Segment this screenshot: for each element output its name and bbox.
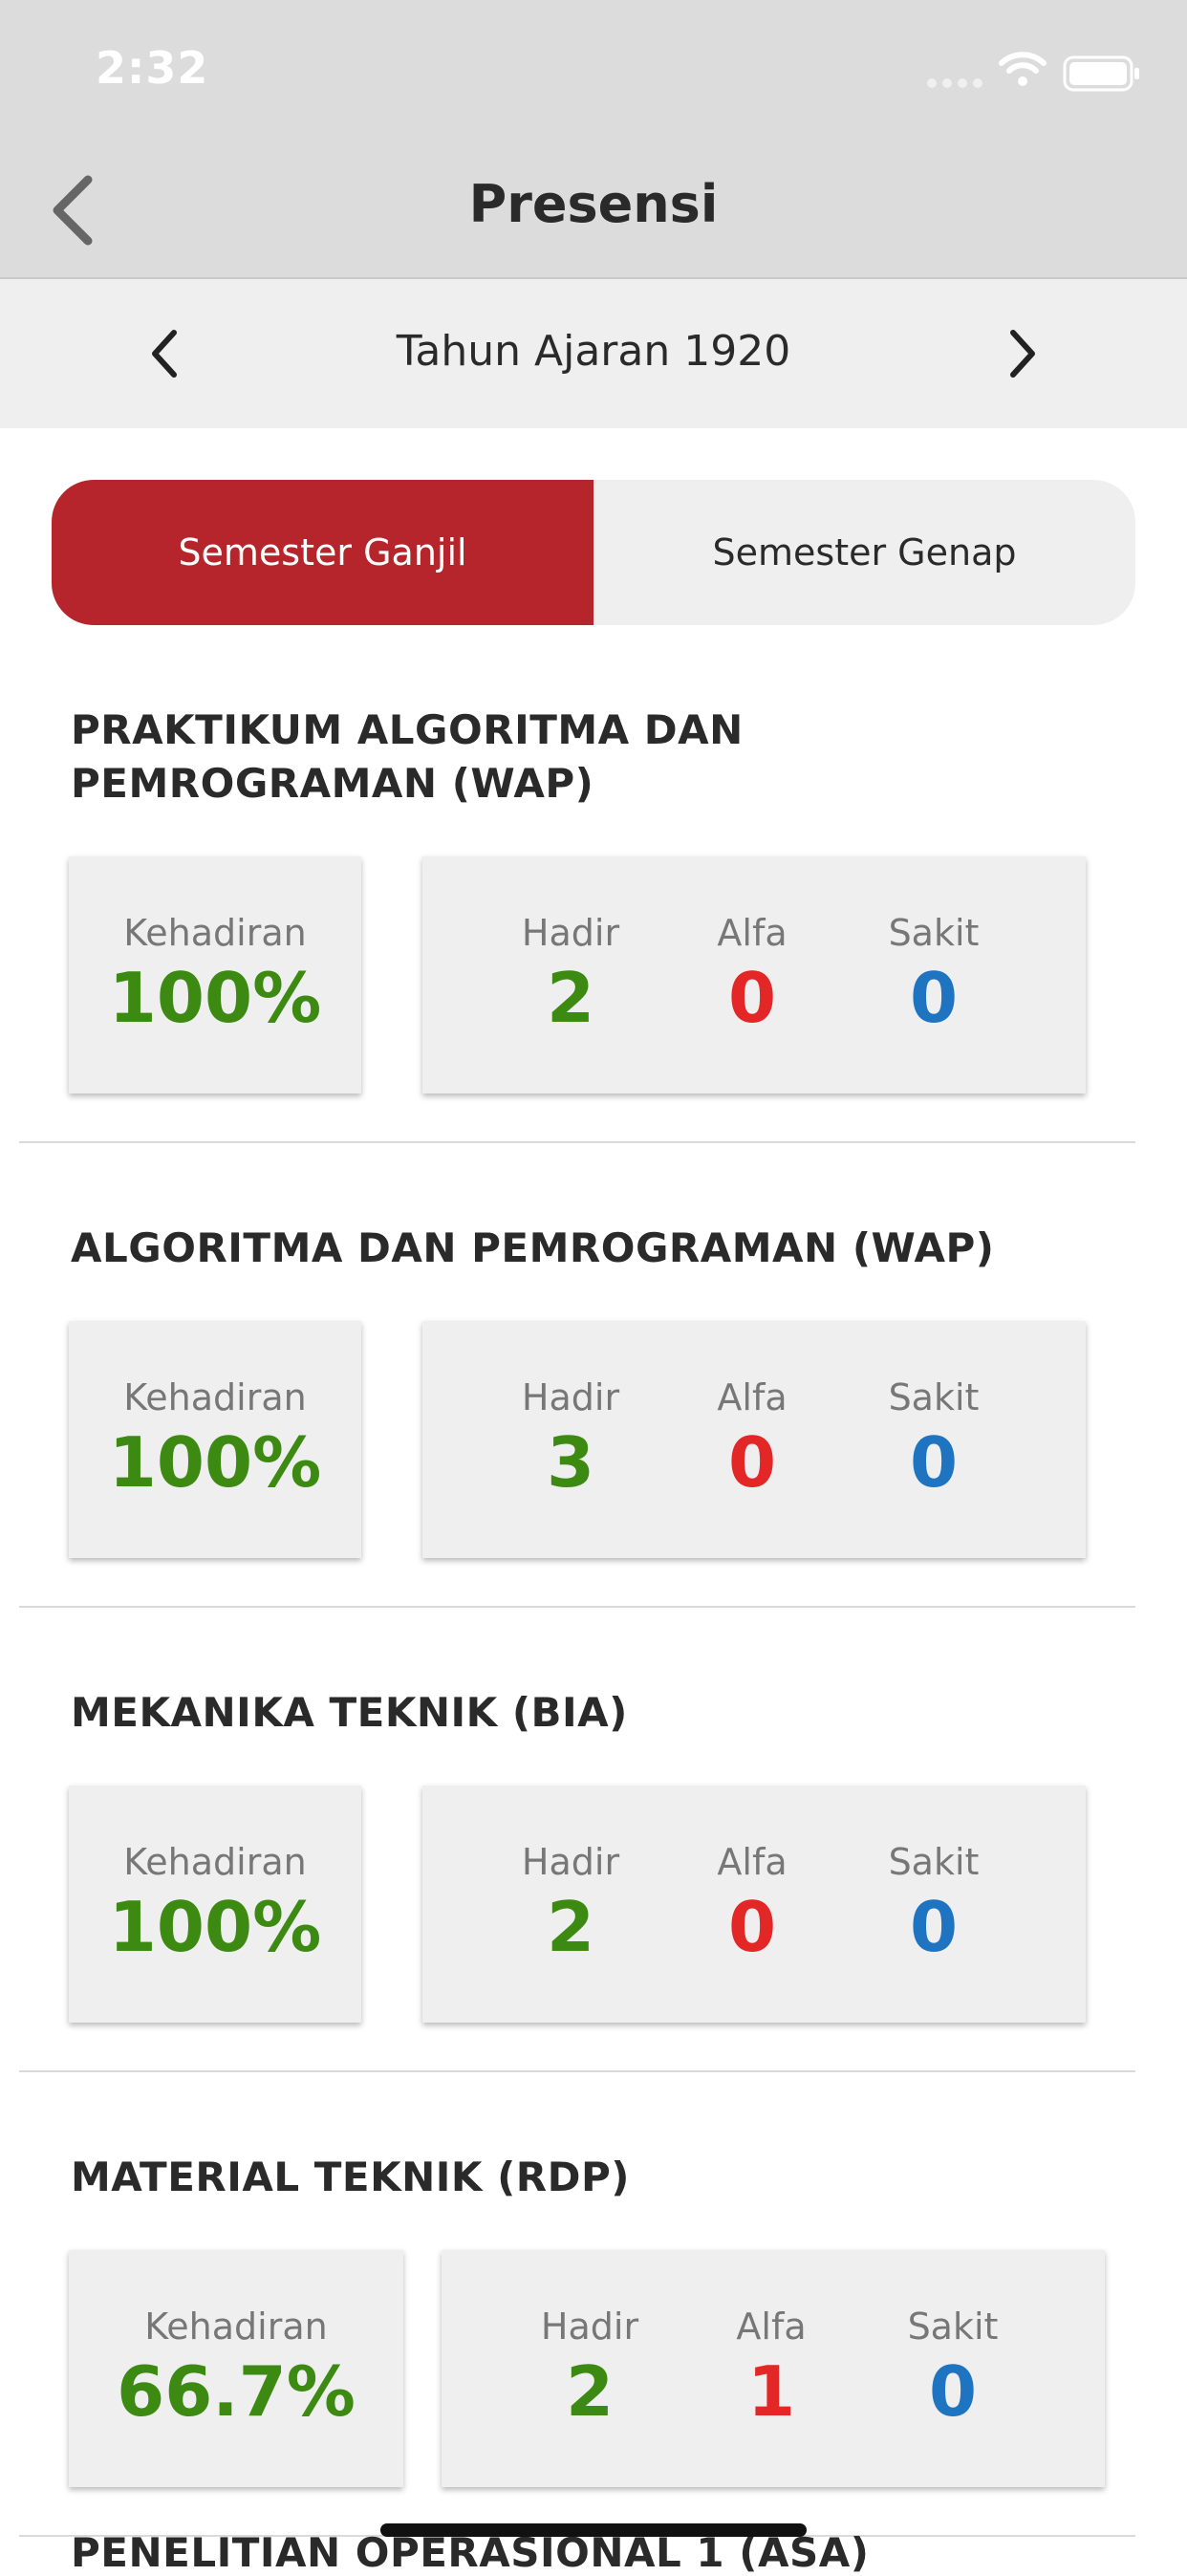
present-count: 3	[546, 1422, 595, 1503]
attendance-percentage-card: Kehadiran 100%	[69, 856, 361, 1093]
present-count: 2	[546, 1887, 595, 1967]
present-count: 2	[565, 2351, 615, 2432]
present-stat: Hadir 3	[480, 1321, 661, 1558]
status-time: 2:32	[96, 42, 209, 94]
sick-label: Sakit	[888, 912, 980, 954]
absent-count: 0	[727, 1887, 777, 1967]
attendance-percentage-card: Kehadiran 100%	[69, 1786, 361, 2023]
course-item: MATERIAL TEKNIK (RDP) Kehadiran 66.7% Ha…	[19, 2072, 1135, 2537]
absent-stat: Alfa 0	[661, 856, 843, 1093]
cellular-signal-icon	[927, 78, 982, 88]
attendance-breakdown-card: Hadir 3 Alfa 0 Sakit 0	[422, 1321, 1086, 1558]
attendance-value: 100%	[108, 1422, 322, 1503]
sick-count: 0	[909, 1422, 959, 1503]
course-item: ALGORITMA DAN PEMROGRAMAN (WAP) Kehadira…	[19, 1143, 1135, 1608]
sick-count: 0	[928, 2351, 978, 2432]
absent-stat: Alfa 0	[661, 1321, 843, 1558]
attendance-breakdown-card: Hadir 2 Alfa 0 Sakit 0	[422, 1786, 1086, 2023]
present-label: Hadir	[540, 2305, 639, 2348]
course-title: MATERIAL TEKNIK (RDP)	[71, 2154, 630, 2200]
sick-stat: Sakit 0	[843, 1321, 1025, 1558]
attendance-label: Kehadiran	[123, 912, 307, 954]
course-title: PRAKTIKUM ALGORITMA DAN PEMROGRAMAN (WAP…	[71, 706, 744, 807]
tab-semester-ganjil[interactable]: Semester Ganjil	[52, 480, 594, 625]
sick-label: Sakit	[888, 1841, 980, 1883]
present-stat: Hadir 2	[499, 2250, 680, 2487]
attendance-label: Kehadiran	[123, 1376, 307, 1418]
attendance-label: Kehadiran	[123, 1841, 307, 1883]
attendance-value: 66.7%	[117, 2351, 356, 2432]
attendance-percentage-card: Kehadiran 100%	[69, 1321, 361, 1558]
sick-label: Sakit	[907, 2305, 999, 2348]
absent-count: 0	[727, 958, 777, 1038]
absent-count: 0	[727, 1422, 777, 1503]
tab-semester-genap[interactable]: Semester Genap	[594, 480, 1135, 625]
academic-year-selector: Tahun Ajaran 1920	[0, 279, 1187, 428]
attendance-value: 100%	[108, 1887, 322, 1967]
navigation-bar: Presensi	[0, 143, 1187, 279]
page-title: Presensi	[468, 174, 719, 234]
course-item: PRAKTIKUM ALGORITMA DAN PEMROGRAMAN (WAP…	[19, 625, 1135, 1143]
sick-stat: Sakit 0	[843, 856, 1025, 1093]
sick-stat: Sakit 0	[862, 2250, 1044, 2487]
battery-icon	[1063, 55, 1139, 92]
attendance-percentage-card: Kehadiran 66.7%	[69, 2250, 403, 2487]
next-year-button[interactable]	[1002, 323, 1044, 384]
attendance-value: 100%	[108, 958, 322, 1038]
attendance-breakdown-card: Hadir 2 Alfa 0 Sakit 0	[422, 856, 1086, 1093]
present-stat: Hadir 2	[480, 856, 661, 1093]
course-title: MEKANIKA TEKNIK (BIA)	[71, 1689, 628, 1736]
home-indicator[interactable]	[380, 2523, 807, 2537]
course-list: PRAKTIKUM ALGORITMA DAN PEMROGRAMAN (WAP…	[0, 625, 1187, 2537]
wifi-icon	[999, 52, 1047, 86]
sick-label: Sakit	[888, 1376, 980, 1418]
absent-label: Alfa	[717, 912, 788, 954]
attendance-breakdown-card: Hadir 2 Alfa 1 Sakit 0	[442, 2250, 1105, 2487]
absent-label: Alfa	[717, 1376, 788, 1418]
sick-count: 0	[909, 958, 959, 1038]
absent-stat: Alfa 0	[661, 1786, 843, 2023]
chevron-right-icon	[1010, 330, 1035, 378]
semester-segmented-control: Semester Ganjil Semester Genap	[52, 480, 1135, 625]
course-title: ALGORITMA DAN PEMROGRAMAN (WAP)	[71, 1224, 995, 1271]
present-label: Hadir	[521, 1841, 620, 1883]
status-bar: 2:32	[0, 0, 1187, 143]
attendance-label: Kehadiran	[144, 2305, 328, 2348]
absent-stat: Alfa 1	[680, 2250, 862, 2487]
present-stat: Hadir 2	[480, 1786, 661, 2023]
sick-count: 0	[909, 1887, 959, 1967]
sick-stat: Sakit 0	[843, 1786, 1025, 2023]
course-item: MEKANIKA TEKNIK (BIA) Kehadiran 100% Had…	[19, 1608, 1135, 2072]
present-label: Hadir	[521, 1376, 620, 1418]
present-label: Hadir	[521, 912, 620, 954]
absent-label: Alfa	[717, 1841, 788, 1883]
present-count: 2	[546, 958, 595, 1038]
absent-label: Alfa	[736, 2305, 807, 2348]
absent-count: 1	[746, 2351, 796, 2432]
